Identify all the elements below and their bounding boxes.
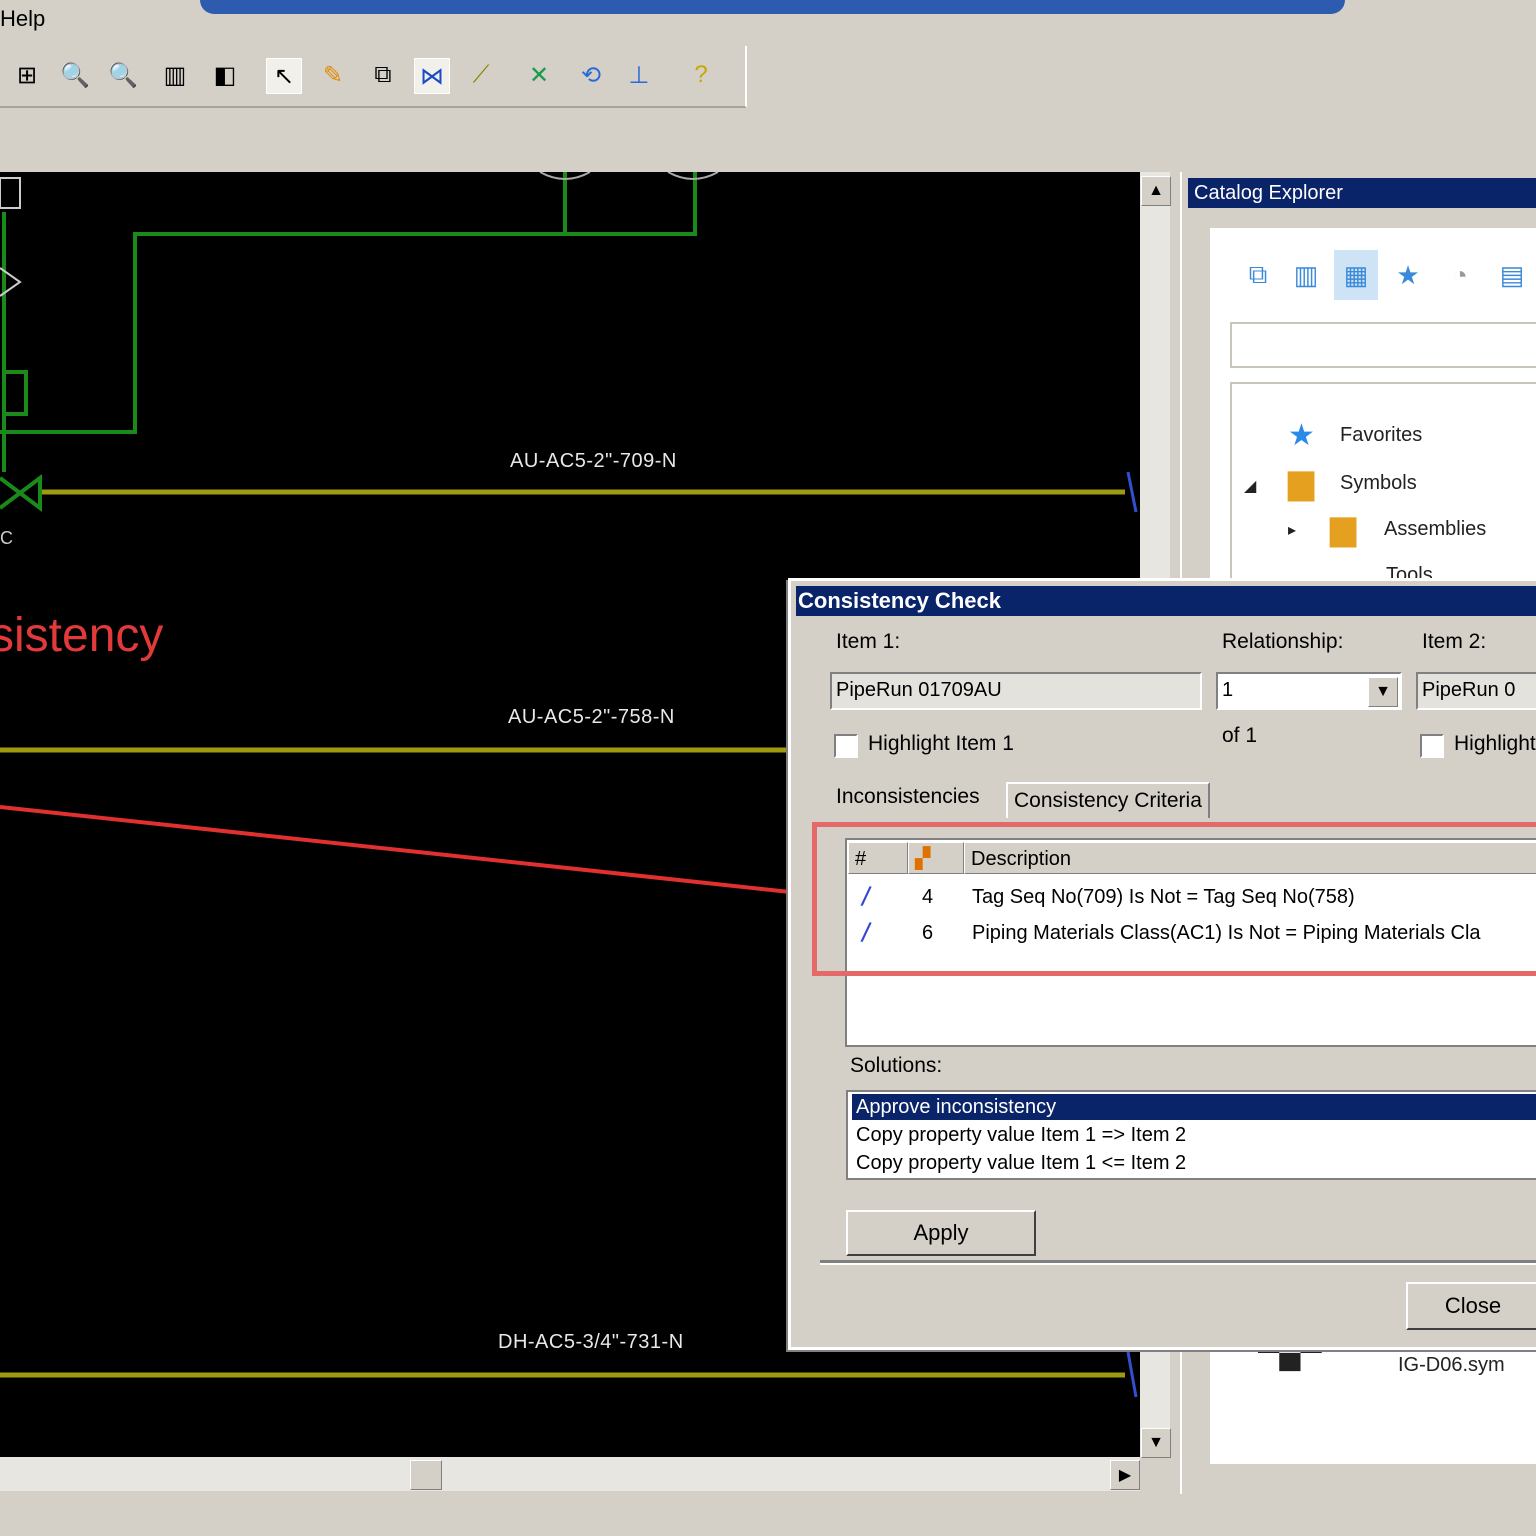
solutions-label: Solutions:: [850, 1054, 943, 1077]
control-valve-symbol: [0, 474, 42, 512]
align-icon[interactable]: ⊥: [622, 58, 656, 92]
tab-inconsistencies[interactable]: Inconsistencies: [830, 780, 986, 814]
fit-icon[interactable]: ▥: [158, 58, 192, 92]
pipe-label: AU-AC5-2"-709-N: [510, 450, 677, 472]
select-icon[interactable]: ↖: [266, 58, 302, 94]
item2-field[interactable]: PipeRun 0: [1416, 672, 1536, 710]
signal-line: [563, 172, 697, 236]
catalog-view-icon[interactable]: ⧉: [1236, 250, 1280, 300]
star-icon[interactable]: ★: [1386, 250, 1430, 300]
divider: [820, 1260, 1536, 1265]
route-icon[interactable]: ⟲: [574, 58, 608, 92]
item1-label: Item 1:: [836, 630, 901, 653]
document-icon[interactable]: ▤: [1490, 250, 1534, 300]
pan-icon[interactable]: ◧: [208, 58, 242, 92]
tree-item-assemblies[interactable]: Assemblies: [1384, 518, 1486, 541]
of-count-label: of 1: [1222, 724, 1258, 747]
annotation-highlight-box: [812, 822, 1536, 976]
solution-item[interactable]: Approve inconsistency: [852, 1094, 1536, 1120]
folder-icon: ▆: [1330, 509, 1357, 547]
star-icon: ★: [1288, 419, 1315, 452]
zoom-out-icon[interactable]: 🔍: [106, 58, 140, 92]
folder-icon: ▆: [1288, 463, 1315, 501]
collapse-icon[interactable]: ▸: [1288, 520, 1296, 540]
highlight-item2-checkbox[interactable]: [1420, 734, 1444, 758]
columns-icon[interactable]: ▥: [1284, 250, 1328, 300]
scroll-right-icon[interactable]: ▶: [1110, 1460, 1140, 1490]
nodes-icon[interactable]: ✕: [522, 58, 556, 92]
menu-help[interactable]: Help: [0, 6, 45, 32]
highlight-item1-label: Highlight Item 1: [868, 732, 1014, 755]
catalog-title: Catalog Explorer: [1188, 178, 1536, 208]
tab-consistency-criteria[interactable]: Consistency Criteria: [1006, 782, 1210, 818]
window-title-strip: [200, 0, 1345, 14]
signal-line: [0, 232, 565, 434]
zoom-window-icon[interactable]: ⊞: [10, 58, 44, 92]
highlight-item1-checkbox[interactable]: [834, 734, 858, 758]
pipe-label: AU-AC5-2"-758-N: [508, 706, 675, 728]
paint-icon[interactable]: ✎: [316, 58, 350, 92]
expand-icon[interactable]: ◢: [1244, 476, 1256, 496]
history-icon[interactable]: ◔: [1438, 250, 1482, 300]
callout-leader: [0, 805, 791, 894]
scroll-down-icon[interactable]: ▼: [1141, 1428, 1171, 1458]
apply-button[interactable]: Apply: [846, 1210, 1036, 1256]
tree-item-favorites[interactable]: Favorites: [1340, 424, 1422, 447]
chevron-down-icon[interactable]: ▼: [1368, 677, 1398, 707]
dialog-title: Consistency Check: [796, 586, 1536, 616]
symbol-preview-label: IG-D06.sym: [1398, 1354, 1505, 1376]
close-button[interactable]: Close: [1406, 1282, 1536, 1330]
relationship-label: Relationship:: [1222, 630, 1344, 653]
scroll-up-icon[interactable]: ▲: [1141, 176, 1171, 206]
highlight-item2-label: Highlight: [1454, 732, 1536, 755]
scroll-thumb[interactable]: [410, 1460, 442, 1490]
properties-icon[interactable]: ⧉: [366, 58, 400, 92]
callout-text: sistency: [0, 609, 164, 662]
solution-item[interactable]: Copy property value Item 1 => Item 2: [852, 1122, 1536, 1148]
link-icon[interactable]: ⋈: [414, 58, 450, 94]
horizontal-scrollbar[interactable]: [0, 1457, 1140, 1491]
table-view-icon[interactable]: ▦: [1334, 250, 1378, 300]
item1-field[interactable]: PipeRun 01709AU: [830, 672, 1202, 710]
item2-label: Item 2:: [1422, 630, 1487, 653]
zoom-in-icon[interactable]: 🔍: [58, 58, 92, 92]
instrument-box: [0, 177, 21, 209]
catalog-search-input[interactable]: [1230, 322, 1536, 368]
solution-item[interactable]: Copy property value Item 1 <= Item 2: [852, 1150, 1536, 1176]
tree-item-symbols[interactable]: Symbols: [1340, 472, 1417, 495]
help-icon[interactable]: ?: [684, 58, 718, 92]
svg-text:C: C: [0, 528, 13, 548]
pipe-label: DH-AC5-3/4"-731-N: [498, 1331, 684, 1353]
connect-icon[interactable]: ⟋: [464, 58, 498, 92]
